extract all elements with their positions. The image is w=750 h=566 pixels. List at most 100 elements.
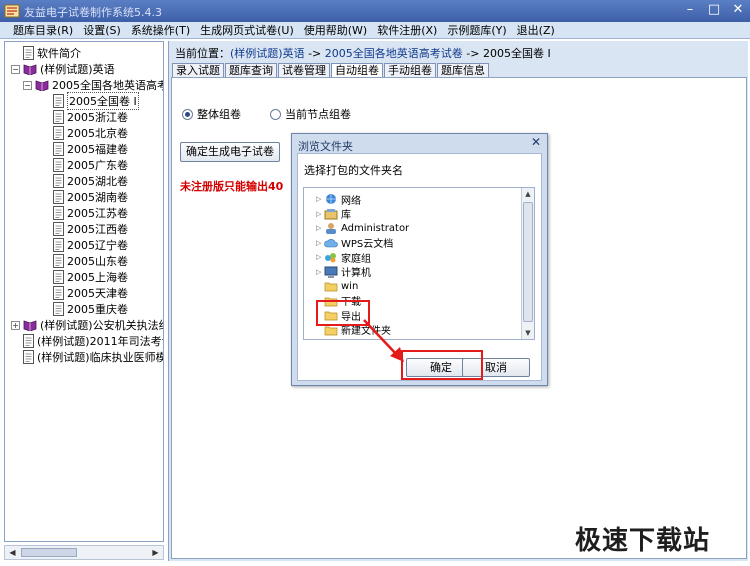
book-icon (35, 80, 49, 91)
tree-item[interactable]: 2005湖南卷 (53, 189, 128, 205)
document-icon (53, 142, 64, 156)
document-icon (53, 222, 64, 236)
tree-item[interactable]: 软件简介 (23, 45, 81, 61)
expand-arrow-icon[interactable]: ▷ (316, 210, 324, 218)
tree-item[interactable]: 2005天津卷 (53, 285, 128, 301)
menu-exit[interactable]: 退出(Z) (512, 22, 560, 38)
folder-item-label: 库 (341, 210, 351, 221)
expand-arrow-icon[interactable]: ▷ (316, 224, 324, 232)
close-button[interactable]: ✕ (726, 0, 750, 22)
tree-item[interactable]: (样例试题)2011年司法考试 (23, 333, 163, 349)
folder-icon (324, 282, 338, 292)
tab-query[interactable]: 题库查询 (225, 63, 277, 77)
generate-paper-button[interactable]: 确定生成电子试卷 (180, 142, 280, 162)
radio-current-node[interactable]: 当前节点组卷 (270, 106, 351, 122)
tab-auto-compose[interactable]: 自动组卷 (331, 63, 383, 77)
annotation-highlight-ok (401, 350, 483, 380)
folder-item[interactable]: ▷ Administrator (316, 221, 409, 235)
expand-arrow-icon[interactable]: ▷ (316, 253, 324, 261)
folder-item-label: Administrator (341, 222, 410, 234)
tree-item[interactable]: − (样例试题)英语 (11, 61, 115, 77)
tree-item[interactable]: 2005江苏卷 (53, 205, 128, 221)
scroll-left-arrow-icon[interactable]: ◀ (6, 547, 19, 558)
folder-item[interactable]: ▷ 计算机 (316, 265, 371, 279)
dialog-prompt: 选择打包的文件夹名 (304, 164, 403, 177)
menu-register[interactable]: 软件注册(X) (372, 22, 442, 38)
folder-item[interactable]: ▷ WPS云文档 (316, 236, 393, 251)
menu-settings[interactable]: 设置(S) (78, 22, 126, 38)
document-icon (23, 46, 34, 60)
breadcrumb-sep1: -> (304, 47, 325, 60)
menu-help[interactable]: 使用帮助(W) (299, 22, 372, 38)
radio-whole[interactable]: 整体组卷 (182, 106, 241, 122)
tab-enter-questions[interactable]: 录入试题 (172, 63, 224, 77)
breadcrumb-prefix: 当前位置： (175, 47, 230, 60)
tree-item[interactable]: 2005广东卷 (53, 157, 128, 173)
tree-item[interactable]: 2005湖北卷 (53, 173, 128, 189)
maximize-button[interactable]: □ (702, 0, 726, 22)
radio-current-node-label: 当前节点组卷 (285, 108, 351, 121)
menu-generate-web[interactable]: 生成网页式试卷(U) (195, 22, 299, 38)
folder-item[interactable]: ▷ 网络 (316, 192, 361, 207)
menu-question-bank[interactable]: 题库目录(R) (8, 22, 78, 38)
minimize-button[interactable]: – (678, 0, 702, 22)
tree-item[interactable]: (样例试题)临床执业医师模 (23, 349, 164, 365)
title-bar: 友益电子试卷制作系统5.4.3 – □ ✕ (0, 0, 750, 22)
expand-arrow-icon[interactable]: ▷ (316, 195, 324, 203)
folder-item[interactable]: ▷ 家庭组 (316, 250, 371, 265)
radio-whole-label: 整体组卷 (197, 108, 241, 121)
radio-current-node-indicator[interactable] (270, 108, 281, 120)
expand-arrow-icon[interactable]: ▷ (316, 239, 324, 247)
tree-horizontal-scrollbar[interactable]: ◀ ▶ (4, 545, 164, 560)
scroll-up-arrow-icon[interactable]: ▲ (522, 188, 534, 200)
document-icon (23, 334, 34, 348)
tab-bank-info[interactable]: 题库信息 (437, 63, 489, 77)
tree-item-label: (样例试题)临床执业医师模 (37, 351, 164, 364)
tree-item-label: 2005天津卷 (67, 287, 128, 300)
tree-item[interactable]: + (样例试题)公安机关执法细 (11, 317, 163, 333)
document-icon (53, 302, 64, 316)
expand-icon[interactable]: + (11, 320, 20, 330)
tab-strip: 录入试题 题库查询 试卷管理 自动组卷 手动组卷 题库信息 (172, 63, 490, 77)
breadcrumb-part2[interactable]: 2005全国各地英语高考试卷 (325, 47, 463, 60)
folder-item[interactable]: ▷ 库 (316, 207, 351, 221)
tree-item[interactable]: 2005北京卷 (53, 125, 128, 141)
expand-arrow-icon[interactable]: ▷ (316, 268, 324, 276)
tree-item[interactable]: 2005山东卷 (53, 253, 128, 269)
dialog-title: 浏览文件夹 (298, 140, 353, 153)
folder-scroll-thumb[interactable] (523, 202, 533, 322)
document-icon (53, 158, 64, 172)
tree-item[interactable]: 2005福建卷 (53, 141, 128, 157)
tab-manual-compose[interactable]: 手动组卷 (384, 63, 436, 77)
scroll-right-arrow-icon[interactable]: ▶ (149, 547, 162, 558)
tree-item-label: 2005浙江卷 (67, 111, 128, 124)
tree-item[interactable]: − 2005全国各地英语高考试 (23, 77, 163, 93)
folder-item[interactable]: win (316, 279, 358, 293)
tab-paper-management[interactable]: 试卷管理 (278, 63, 330, 77)
book-icon (23, 320, 37, 331)
document-icon (53, 238, 64, 252)
tree-item-label: 2005山东卷 (67, 255, 128, 268)
tree-item[interactable]: 2005江西卷 (53, 221, 128, 237)
collapse-icon[interactable]: − (23, 80, 32, 90)
catalog-tree[interactable]: 软件简介−(样例试题)英语−2005全国各地英语高考试2005全国卷 I2005… (4, 41, 164, 542)
menu-system[interactable]: 系统操作(T) (126, 22, 195, 38)
tree-item-label: 2005江苏卷 (67, 207, 128, 220)
tree-item[interactable]: 2005浙江卷 (53, 109, 128, 125)
folder-vertical-scrollbar[interactable]: ▲ ▼ (521, 188, 534, 339)
scroll-down-arrow-icon[interactable]: ▼ (522, 327, 534, 339)
tree-item[interactable]: 2005全国卷 I (53, 92, 139, 110)
breadcrumb-part1[interactable]: (样例试题)英语 (230, 47, 305, 60)
cloud-icon (324, 238, 338, 247)
tree-item[interactable]: 2005重庆卷 (53, 301, 128, 317)
unregistered-warning: 未注册版只能输出40 (180, 180, 284, 193)
radio-whole-indicator[interactable] (182, 108, 193, 120)
menu-sample[interactable]: 示例题库(Y) (442, 22, 511, 38)
tree-item[interactable]: 2005辽宁卷 (53, 237, 128, 253)
homegroup-icon (325, 253, 336, 263)
dialog-close-icon[interactable]: ✕ (529, 136, 543, 150)
collapse-icon[interactable]: − (11, 64, 20, 74)
tree-item-label: 2005福建卷 (67, 143, 128, 156)
tree-item[interactable]: 2005上海卷 (53, 269, 128, 285)
scroll-thumb[interactable] (21, 548, 77, 557)
